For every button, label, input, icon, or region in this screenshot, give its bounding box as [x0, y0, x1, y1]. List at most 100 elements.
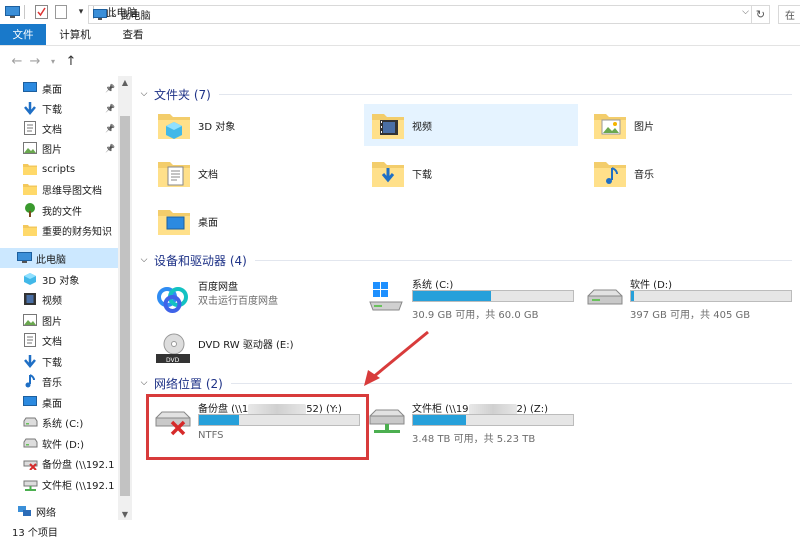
folder-downloads[interactable]: 下载 — [364, 152, 578, 194]
network-drive-icon — [368, 404, 406, 438]
address-bar[interactable]: › 此电脑 ⌵ — [88, 5, 752, 24]
item-count: 13 个项目 — [12, 527, 58, 539]
up-arrow-icon[interactable]: ↑ — [62, 52, 80, 70]
drive-c[interactable]: 系统 (C:) 30.9 GB 可用，共 60.0 GB — [364, 274, 576, 322]
sidebar-item[interactable]: 系统 (C:) — [0, 412, 118, 432]
tab-view[interactable]: 查看 — [104, 24, 162, 45]
tab-computer[interactable]: 计算机 — [46, 24, 104, 45]
sidebar-item-label: 图片 — [42, 316, 62, 328]
folder-pictures[interactable]: 图片 — [586, 104, 786, 146]
device-baidu-netdisk[interactable]: 百度网盘 双击运行百度网盘 — [150, 276, 360, 324]
properties-icon[interactable] — [33, 4, 49, 20]
drive-info: 397 GB 可用，共 405 GB — [630, 310, 751, 321]
nav-scrollbar[interactable]: ▲ ▼ — [118, 76, 132, 520]
divider — [230, 382, 792, 384]
sidebar-item[interactable]: 图片 📌 — [0, 138, 118, 158]
folder-desktop[interactable]: 桌面 — [150, 200, 350, 242]
search-input[interactable]: 在 — [778, 5, 800, 24]
drive-usage-fill — [631, 291, 635, 301]
scroll-thumb[interactable] — [120, 116, 130, 496]
back-arrow-icon[interactable]: ← — [8, 52, 26, 70]
chevron-down-icon[interactable]: ⌵ — [136, 378, 152, 388]
network-drive-z[interactable]: 文件柜 (\\19 2) (Z:) 3.48 TB 可用，共 5.23 TB — [364, 398, 576, 446]
sidebar-item[interactable]: 备份盘 (\\192.1 — [0, 453, 118, 473]
group-header-network[interactable]: ⌵ 网络位置 (2) — [132, 373, 800, 393]
folder-music[interactable]: 音乐 — [586, 152, 786, 194]
drive-name: 软件 (D:) — [630, 280, 673, 291]
sidebar-item[interactable]: 桌面 📌 — [0, 78, 118, 98]
chevron-right-icon[interactable]: › — [112, 10, 116, 20]
customize-toolbar-icon[interactable]: ▾ — [73, 4, 89, 20]
document-icon — [22, 332, 38, 348]
sidebar-item-label: 下载 — [42, 357, 62, 369]
sidebar-item-label: 系统 (C:) — [42, 418, 84, 430]
address-path[interactable]: 此电脑 — [121, 7, 151, 22]
drive-usage-fill — [413, 291, 491, 301]
group-title: 设备和驱动器 (4) — [154, 253, 247, 268]
document-icon — [22, 120, 38, 136]
sidebar-item[interactable]: 3D 对象 — [0, 269, 118, 289]
sidebar-item-label: 文档 — [42, 124, 62, 136]
folder-label: 文档 — [198, 169, 218, 181]
sidebar-item[interactable]: 我的文件 — [0, 200, 118, 220]
scroll-up-icon[interactable]: ▲ — [118, 76, 132, 88]
folder-label: 3D 对象 — [198, 121, 236, 133]
sidebar-item[interactable]: scripts — [0, 159, 118, 179]
sidebar-item[interactable]: 网络 — [0, 501, 118, 521]
navigation-pane: 桌面 📌 下载 📌 文档 📌 图片 📌 scripts 思维导图文档 我的文件 重要的财务知识 此电脑 3… — [0, 76, 132, 520]
sidebar-item-label: 重要的财务知识 — [42, 226, 112, 238]
sidebar-item[interactable]: 下载 — [0, 351, 118, 371]
sidebar-item[interactable]: 思维导图文档 — [0, 179, 118, 199]
drive-usage-bar — [412, 290, 574, 302]
drive-info: 30.9 GB 可用，共 60.0 GB — [412, 310, 539, 321]
chevron-down-icon[interactable]: ⌵ — [742, 7, 749, 17]
scroll-down-icon[interactable]: ▼ — [118, 508, 132, 520]
pin-icon[interactable]: 📌 — [105, 84, 115, 93]
sidebar-item-label: 网络 — [36, 507, 56, 519]
sidebar-item-label: 软件 (D:) — [42, 439, 85, 451]
sidebar-item[interactable]: 桌面 — [0, 392, 118, 412]
address-row: ← → ▾ ↑ — [0, 46, 800, 76]
folder-videos[interactable]: 视频 — [364, 104, 578, 146]
sidebar-item[interactable]: 图片 — [0, 310, 118, 330]
group-header-folders[interactable]: ⌵ 文件夹 (7) — [132, 84, 800, 104]
drive-name: 文件柜 (\\19 2) (Z:) — [412, 400, 548, 415]
dvd-drive-icon: DVD — [154, 332, 192, 366]
recent-locations-icon[interactable]: ▾ — [44, 52, 62, 70]
group-header-devices[interactable]: ⌵ 设备和驱动器 (4) — [132, 250, 800, 270]
device-info: 双击运行百度网盘 — [198, 296, 278, 307]
drive-info: 3.48 TB 可用，共 5.23 TB — [412, 434, 536, 445]
sidebar-item[interactable]: 软件 (D:) — [0, 433, 118, 453]
sidebar-item[interactable]: 此电脑 — [0, 248, 118, 268]
drive-usage-fill — [413, 415, 466, 425]
status-bar: 13 个项目 — [0, 520, 800, 542]
cube-folder-icon — [156, 108, 192, 142]
sidebar-item-label: 视频 — [42, 295, 62, 307]
folder-icon — [22, 161, 38, 177]
forward-arrow-icon[interactable]: → — [26, 52, 44, 70]
pin-icon[interactable]: 📌 — [105, 104, 115, 113]
tab-file[interactable]: 文件 — [0, 24, 46, 45]
sidebar-item[interactable]: 文档 📌 — [0, 118, 118, 138]
sidebar-item[interactable]: 文档 — [0, 330, 118, 350]
refresh-icon[interactable]: ↻ — [752, 5, 770, 24]
sidebar-item[interactable]: 文件柜 (\\192.1 — [0, 474, 118, 494]
group-title: 网络位置 (2) — [154, 376, 223, 391]
sidebar-item[interactable]: 下载 📌 — [0, 98, 118, 118]
chevron-down-icon[interactable]: ⌵ — [136, 255, 152, 265]
pin-icon[interactable]: 📌 — [105, 124, 115, 133]
pin-icon[interactable]: 📌 — [105, 144, 115, 153]
sidebar-item-label: 音乐 — [42, 377, 62, 389]
drive-d[interactable]: 软件 (D:) 397 GB 可用，共 405 GB — [582, 274, 794, 322]
picture-icon — [22, 140, 38, 156]
folder-3d-objects[interactable]: 3D 对象 — [150, 104, 350, 146]
sidebar-item[interactable]: 音乐 — [0, 371, 118, 391]
sidebar-item-label: 图片 — [42, 144, 62, 156]
chevron-down-icon[interactable]: ⌵ — [136, 89, 152, 99]
drive-dvd[interactable]: DVD DVD RW 驱动器 (E:) — [150, 326, 360, 374]
new-folder-icon[interactable] — [53, 4, 69, 20]
folder-documents[interactable]: 文档 — [150, 152, 350, 194]
sidebar-item[interactable]: 视频 — [0, 289, 118, 309]
computer-icon — [4, 4, 20, 20]
sidebar-item[interactable]: 重要的财务知识 — [0, 220, 118, 240]
